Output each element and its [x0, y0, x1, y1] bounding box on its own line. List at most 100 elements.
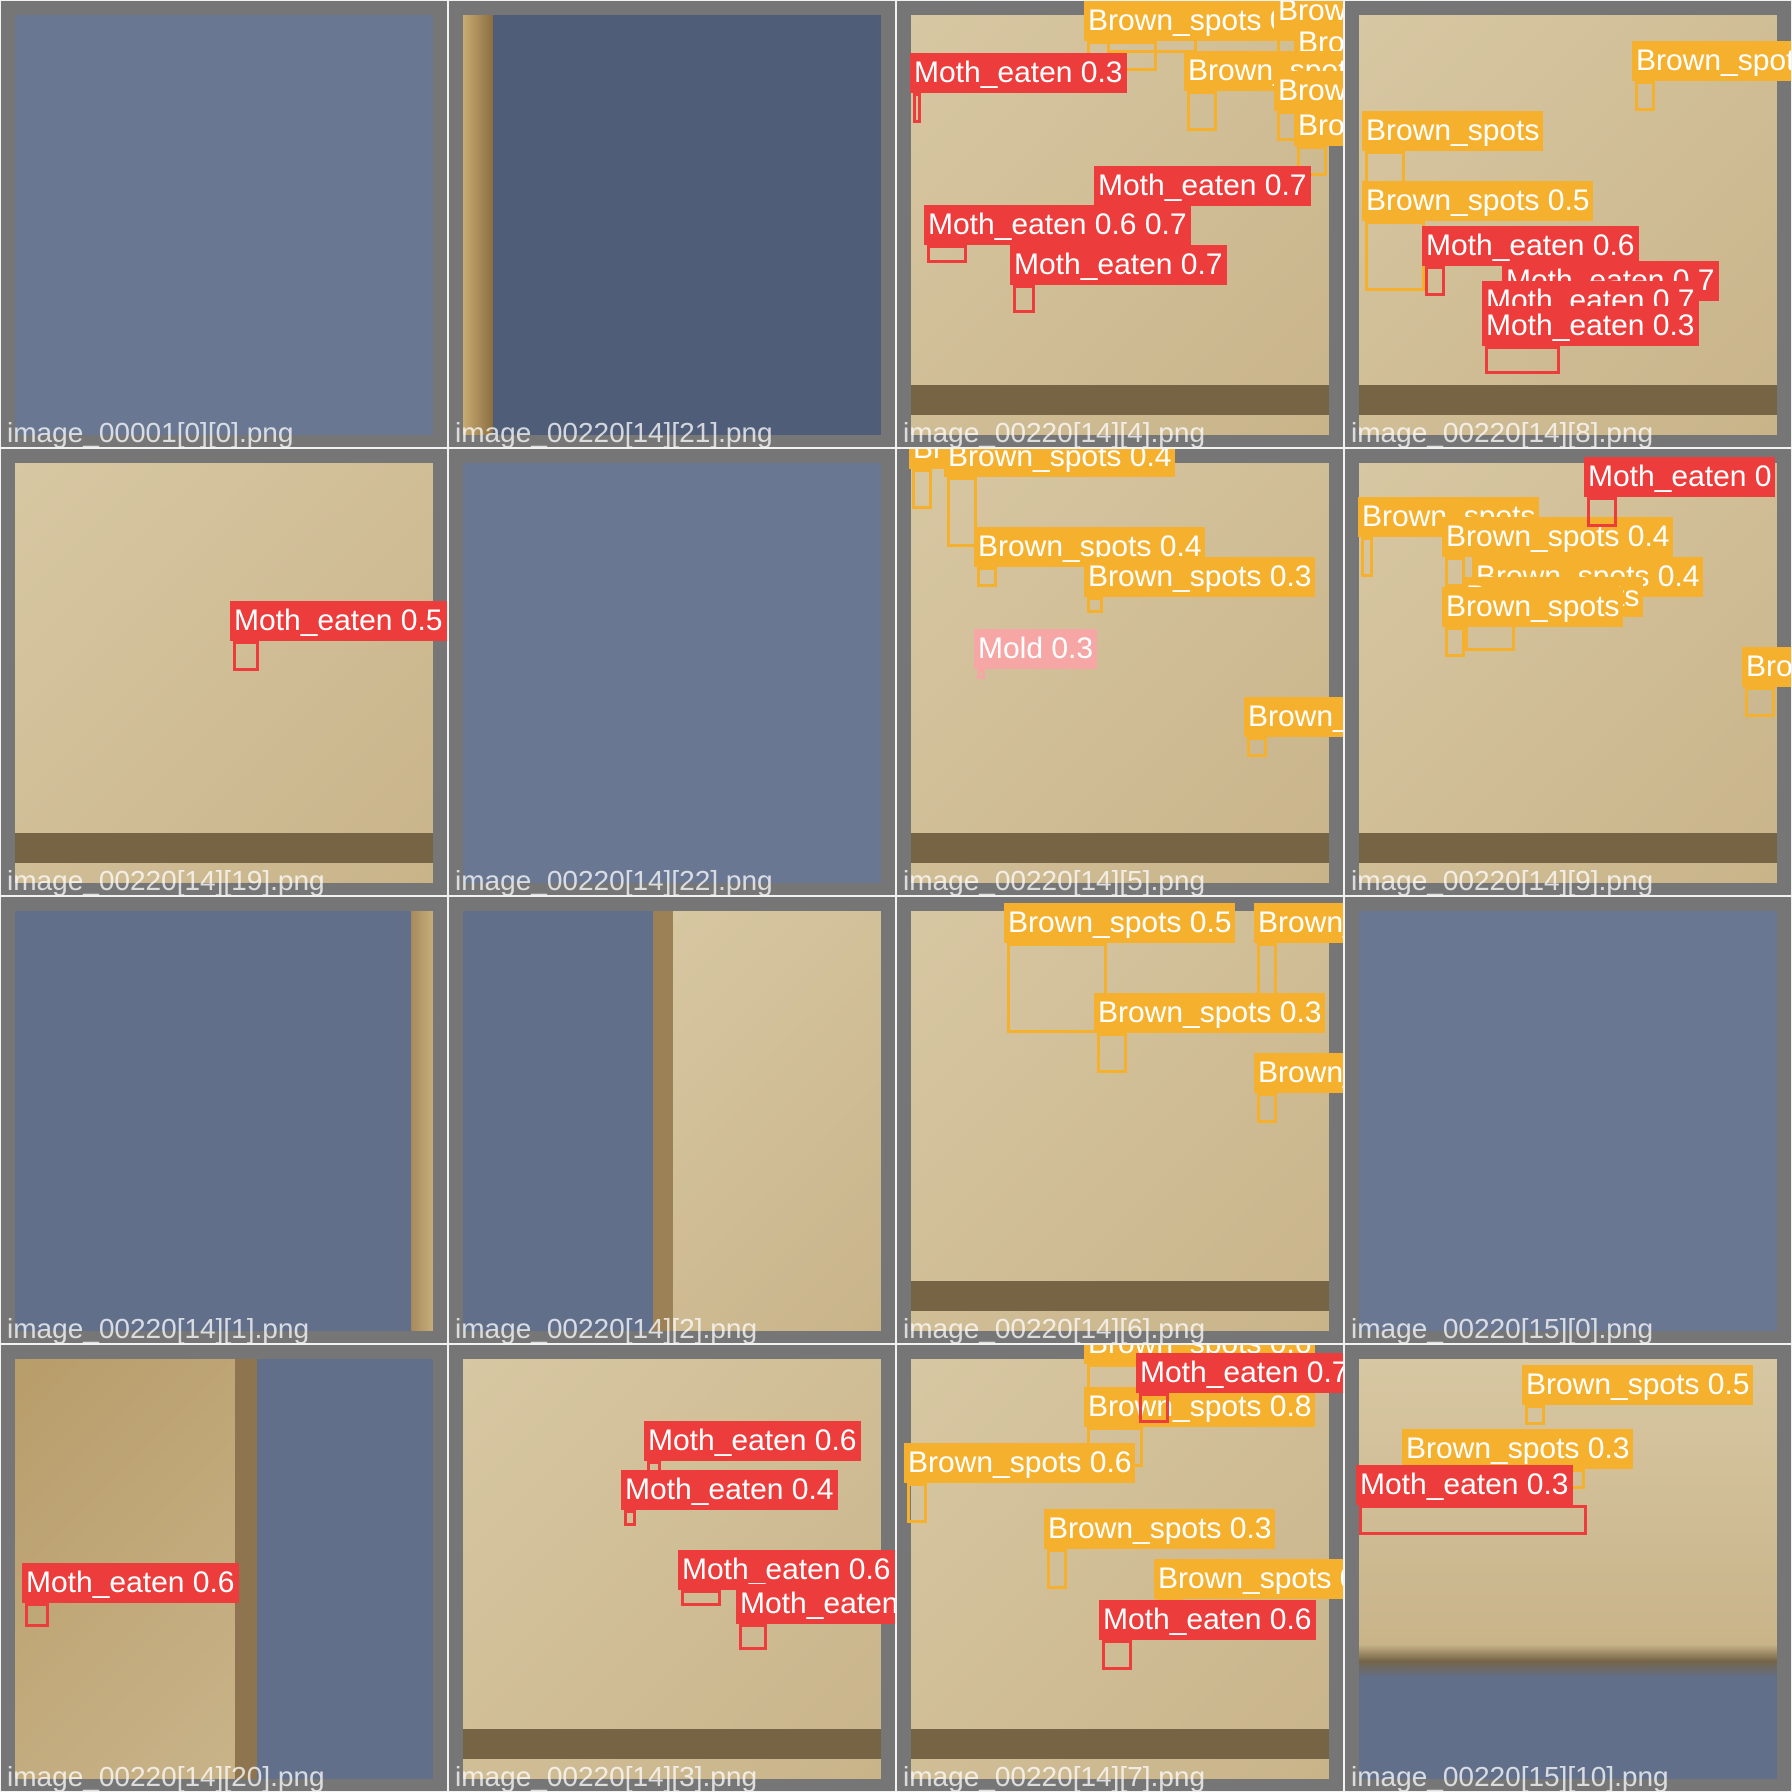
bounding-box	[1097, 1033, 1127, 1073]
tile-filename: image_00220[14][21].png	[455, 417, 773, 448]
bounding-box	[912, 469, 932, 509]
mosaic-tile: image_00220[14][21].png	[448, 0, 896, 448]
tile-filename: image_00220[14][4].png	[903, 417, 1206, 448]
detection-label: Brown_spots 0.3	[1274, 71, 1343, 111]
bounding-box	[1525, 1405, 1545, 1425]
mosaic-tile: Brown_spotsBrown_spots 0.4Brown_spots 0.…	[1344, 448, 1792, 896]
detection-label: Moth_eaten 0.7	[1010, 245, 1227, 285]
detection-moth-eaten: Moth_eaten 0	[1584, 457, 1776, 527]
bounding-box	[624, 1510, 636, 1526]
tile-filename: image_00001[0][0].png	[7, 417, 294, 448]
detection-label: Moth_eaten 0.5	[230, 601, 447, 641]
mosaic-tile: Moth_eaten 0.6 image_00220[14][20].png	[0, 1344, 448, 1792]
detection-label: Brown_spots 0.4	[1254, 1053, 1343, 1093]
bounding-box	[927, 245, 967, 263]
bounding-box	[1635, 81, 1655, 111]
detection-moth-eaten: Moth_eaten 0.7	[736, 1584, 895, 1650]
detection-label: Brown_spots	[1742, 647, 1791, 687]
bounding-box	[1445, 627, 1465, 657]
mosaic-tile: image_00001[0][0].png	[0, 0, 448, 448]
bounding-box	[1359, 1505, 1587, 1535]
detection-moth-eaten: Moth_eaten 0.7	[1010, 245, 1227, 313]
bounding-box	[1102, 1640, 1132, 1670]
scene-region	[15, 833, 433, 863]
bounding-box	[913, 93, 921, 123]
bounding-box	[25, 1603, 49, 1627]
tile-filename: image_00220[14][20].png	[7, 1761, 325, 1792]
bounding-box	[1087, 597, 1103, 613]
detection-brown-spots: Brown_spots 0.3	[1184, 51, 1343, 131]
detection-brown-spots: Brown_spots	[1358, 497, 1540, 577]
tile-filename: image_00220[14][2].png	[455, 1313, 758, 1344]
detection-moth-eaten: Moth_eaten 0.6	[1099, 1600, 1316, 1670]
mosaic-tile: Brown_spots 0.3Brown_spots 0.4Brown_spot…	[896, 0, 1344, 448]
bounding-box	[739, 1624, 767, 1650]
scene-region	[653, 911, 673, 1331]
bounding-box	[977, 567, 997, 587]
detection-label: Brown_spots 0.3	[1084, 557, 1316, 597]
detection-brown-spots: Brown_spots 0.3	[1244, 697, 1343, 757]
tile-filename: image_00220[14][9].png	[1351, 865, 1654, 896]
tile-photo	[15, 15, 433, 435]
detection-mold: Mold 0.3	[974, 629, 1098, 679]
tile-filename: image_00220[15][0].png	[1351, 1313, 1654, 1344]
mosaic-tile: image_00220[14][2].png	[448, 896, 896, 1344]
bounding-box	[1257, 1093, 1277, 1123]
detection-label: Brown_spots 0.8	[1084, 1387, 1316, 1427]
tile-photo	[463, 15, 881, 435]
detection-brown-spots: Brown_spots 0.3	[1044, 1509, 1276, 1589]
tile-filename: image_00220[14][19].png	[7, 865, 325, 896]
detection-label: Brown_spots 0.3	[1632, 41, 1791, 81]
bounding-box	[1013, 285, 1035, 313]
detection-brown-spots: Brown_spots 0.6	[904, 1443, 1136, 1523]
detection-label: Brown_spots 0.7	[1254, 903, 1343, 943]
detection-label: Moth_eaten 0.4	[621, 1470, 838, 1510]
detection-label: Moth_eaten 0.7	[1094, 166, 1311, 206]
detection-label: Moth_eaten 0.7	[1136, 1353, 1343, 1393]
tile-photo	[463, 463, 881, 883]
detection-label: Brown_spots	[1442, 587, 1624, 627]
detection-label: Moth_eaten 0.6	[644, 1421, 861, 1461]
bounding-box	[1365, 221, 1425, 291]
mosaic-tile: Moth_eaten 0.6 Moth_eaten 0.4 Moth_eaten 0…	[448, 1344, 896, 1792]
detection-label: Brown_spots	[1362, 111, 1544, 151]
scene-region	[911, 833, 1329, 863]
tile-photo	[15, 463, 433, 883]
scene-region	[1359, 833, 1777, 863]
detection-label: Moth_eaten 0.3	[1482, 306, 1699, 346]
detection-label: Brown_spots 0.3	[1294, 106, 1343, 146]
tile-filename: image_00220[14][22].png	[455, 865, 773, 896]
mosaic-tile: Brown_spots 0.5 Brown_spots 0.3 Moth_eaten…	[1344, 1344, 1792, 1792]
detection-brown-spots: Brown_spots 0.4	[974, 527, 1206, 587]
detection-label: Brown_spots 0.3	[1044, 1509, 1276, 1549]
tile-photo	[1359, 911, 1777, 1331]
detection-label: Brown_spots 0.6	[904, 1443, 1136, 1483]
detection-moth-eaten: Moth_eaten 0.5	[230, 601, 447, 671]
detection-brown-spots: Brown_spots 0.5	[1004, 903, 1236, 1033]
detection-moth-eaten: Moth_eaten 0.4	[621, 1470, 838, 1526]
scene-region	[463, 15, 493, 435]
bounding-box	[947, 477, 977, 547]
tile-filename: image_00220[14][5].png	[903, 865, 1206, 896]
mosaic-tile: Brown_spots 0.6 Brown_spots 0.8 Brown_spot…	[896, 1344, 1344, 1792]
bounding-box	[977, 669, 985, 679]
scene-region	[1359, 385, 1777, 415]
detection-label: Moth_eaten 0.3	[910, 53, 1127, 93]
detection-brown-spots: Brown_spots 0.3	[1084, 557, 1316, 613]
scene-region	[463, 1729, 881, 1759]
detection-moth-eaten: Moth_eaten 0.6	[22, 1563, 239, 1627]
bounding-box	[1361, 537, 1373, 577]
detection-label: Moth_eaten 0.6 0.7	[924, 205, 1191, 245]
bounding-box	[1047, 1549, 1067, 1589]
mosaic-tile: Brown_spots 0.3 Brown_spots Brown_spots 0.…	[1344, 0, 1792, 448]
scene-region	[653, 911, 881, 1331]
detection-moth-eaten: Moth_eaten 0.3	[1482, 306, 1699, 374]
detection-brown-spots: Brown_spots 0.5	[1522, 1365, 1754, 1425]
tile-filename: image_00220[15][10].png	[1351, 1761, 1669, 1792]
detection-label: Brown_spots 0.5	[1522, 1365, 1754, 1405]
detection-label: Brown_spots 0.3	[1094, 993, 1326, 1033]
mosaic-tile: image_00220[14][22].png	[448, 448, 896, 896]
detection-brown-spots: Brown_spots	[1442, 587, 1624, 657]
detection-label: Brown_spots 0.3	[1154, 1559, 1343, 1599]
detection-label: Moth_eaten 0	[1584, 457, 1776, 497]
